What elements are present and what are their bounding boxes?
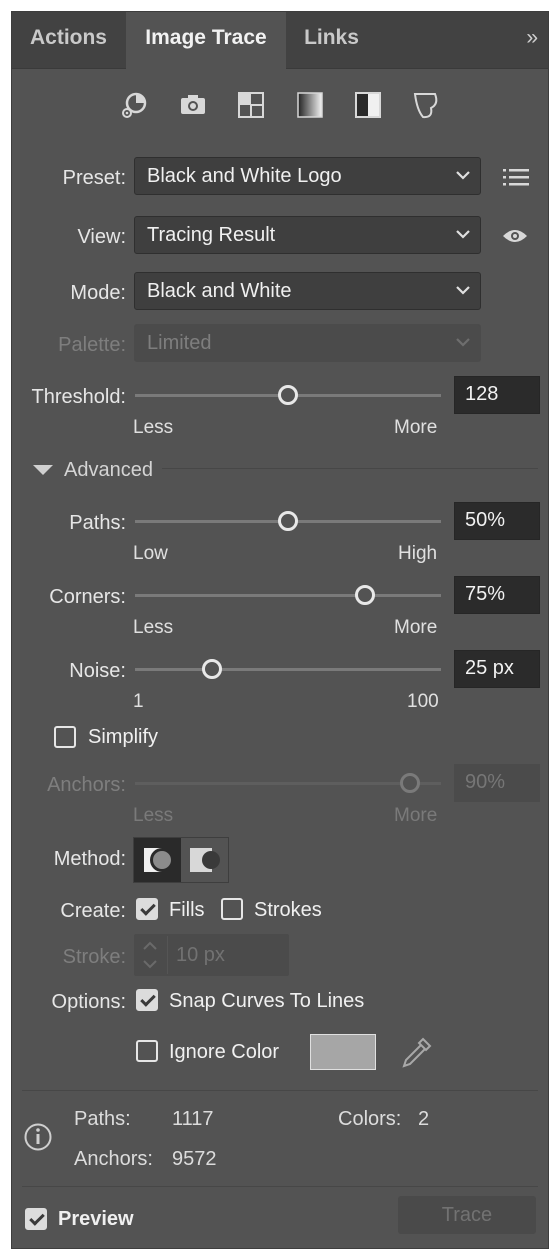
mode-label: Mode: bbox=[70, 282, 126, 304]
fills-checkbox[interactable] bbox=[136, 898, 158, 920]
paths-max-label: High bbox=[398, 543, 438, 564]
stepper-arrows-icon bbox=[143, 941, 157, 969]
anchors-input: 90% bbox=[454, 764, 540, 802]
preview-checkbox[interactable] bbox=[25, 1208, 47, 1230]
corners-max-label: More bbox=[394, 617, 438, 638]
eye-icon[interactable] bbox=[502, 228, 528, 244]
snap-curves-checkbox[interactable] bbox=[136, 989, 158, 1011]
anchors-max-label: More bbox=[394, 805, 438, 826]
chevron-down-icon bbox=[456, 230, 470, 239]
anchors-label: Anchors: bbox=[47, 774, 126, 796]
overlapping-method-icon bbox=[190, 848, 220, 872]
stats-anchors-value: 9572 bbox=[172, 1148, 217, 1170]
disclosure-triangle-icon[interactable] bbox=[32, 464, 54, 476]
create-label: Create: bbox=[60, 900, 126, 922]
ignore-color-label: Ignore Color bbox=[169, 1041, 280, 1063]
method-abutting-button[interactable] bbox=[134, 838, 181, 882]
strokes-checkbox[interactable] bbox=[221, 898, 243, 920]
corners-min-label: Less bbox=[133, 617, 174, 638]
corners-slider-thumb[interactable] bbox=[354, 585, 375, 605]
ignore-color-swatch[interactable] bbox=[310, 1034, 376, 1070]
options-label: Options: bbox=[51, 991, 126, 1013]
stats-colors-value: 2 bbox=[418, 1108, 430, 1130]
strokes-label: Strokes bbox=[254, 899, 322, 921]
auto-color-icon[interactable] bbox=[119, 90, 149, 120]
threshold-min-label: Less bbox=[133, 417, 174, 438]
palette-dropdown: Limited bbox=[134, 324, 481, 362]
preset-manager-icon[interactable] bbox=[503, 168, 529, 186]
view-value: Tracing Result bbox=[147, 224, 276, 246]
preset-dropdown[interactable]: Black and White Logo bbox=[134, 157, 481, 195]
preset-label: Preset: bbox=[62, 167, 126, 189]
chevron-down-icon bbox=[456, 171, 470, 180]
threshold-max-label: More bbox=[394, 417, 438, 438]
outline-icon[interactable] bbox=[411, 90, 441, 120]
mode-dropdown[interactable]: Black and White bbox=[134, 272, 481, 310]
eyedropper-icon[interactable] bbox=[400, 1035, 434, 1069]
ignore-color-checkbox[interactable] bbox=[136, 1040, 158, 1062]
tab-image-trace[interactable]: Image Trace bbox=[126, 12, 286, 69]
chevron-down-icon bbox=[456, 286, 470, 295]
low-color-icon[interactable] bbox=[236, 90, 266, 120]
info-icon bbox=[24, 1123, 52, 1151]
advanced-divider bbox=[162, 468, 538, 469]
grayscale-icon[interactable] bbox=[295, 90, 325, 120]
tab-links[interactable]: Links bbox=[287, 12, 376, 68]
paths-min-label: Low bbox=[133, 543, 168, 564]
abutting-method-icon bbox=[144, 848, 173, 872]
method-overlapping-button[interactable] bbox=[182, 838, 228, 882]
fills-label: Fills bbox=[169, 899, 205, 921]
simplify-checkbox[interactable] bbox=[54, 726, 76, 748]
tab-actions[interactable]: Actions bbox=[12, 12, 125, 68]
preset-value: Black and White Logo bbox=[147, 165, 342, 187]
noise-max-label: 100 bbox=[407, 691, 439, 712]
image-trace-panel: Actions Image Trace Links » Preset: Blac bbox=[11, 11, 549, 1249]
simplify-label: Simplify bbox=[88, 726, 159, 748]
anchors-slider-thumb bbox=[400, 773, 421, 793]
stroke-stepper: 10 px bbox=[134, 934, 289, 976]
stats-paths-value: 1117 bbox=[172, 1108, 214, 1130]
paths-input[interactable]: 50% bbox=[454, 502, 540, 540]
palette-value: Limited bbox=[147, 332, 212, 354]
method-button-group bbox=[133, 837, 229, 883]
anchors-min-label: Less bbox=[133, 805, 174, 826]
paths-label: Paths: bbox=[69, 512, 126, 534]
footer-divider bbox=[22, 1186, 538, 1187]
tab-bar: Actions Image Trace Links » bbox=[12, 12, 548, 69]
stats-divider bbox=[22, 1090, 538, 1091]
stroke-value: 10 px bbox=[176, 944, 225, 966]
corners-input[interactable]: 75% bbox=[454, 576, 540, 614]
stats-anchors-label: Anchors: bbox=[74, 1148, 153, 1170]
panel-collapse-button[interactable]: » bbox=[526, 26, 538, 50]
threshold-slider-thumb[interactable] bbox=[278, 385, 298, 405]
stats-paths-label: Paths: bbox=[74, 1108, 131, 1130]
corners-label: Corners: bbox=[49, 586, 126, 608]
corners-slider-track[interactable] bbox=[135, 594, 441, 597]
threshold-input[interactable]: 128 bbox=[454, 376, 540, 414]
noise-min-label: 1 bbox=[133, 691, 144, 712]
high-color-icon[interactable] bbox=[178, 90, 208, 120]
noise-input[interactable]: 25 px bbox=[454, 650, 540, 688]
chevron-down-icon bbox=[456, 338, 470, 347]
threshold-label: Threshold: bbox=[31, 386, 127, 408]
stats-colors-label: Colors: bbox=[338, 1108, 402, 1130]
view-label: View: bbox=[77, 226, 126, 248]
black-and-white-icon[interactable] bbox=[353, 90, 383, 120]
palette-label: Palette: bbox=[58, 334, 126, 356]
anchors-slider-track bbox=[135, 782, 441, 785]
method-label: Method: bbox=[53, 848, 126, 870]
noise-slider-thumb[interactable] bbox=[201, 659, 222, 679]
stroke-label: Stroke: bbox=[62, 946, 126, 968]
preview-label: Preview bbox=[58, 1208, 134, 1230]
mode-value: Black and White bbox=[147, 280, 292, 302]
trace-button: Trace bbox=[398, 1196, 536, 1234]
advanced-toggle[interactable]: Advanced bbox=[64, 459, 153, 482]
noise-slider-track[interactable] bbox=[135, 668, 441, 671]
noise-label: Noise: bbox=[69, 660, 126, 682]
paths-slider-thumb[interactable] bbox=[278, 511, 298, 531]
view-dropdown[interactable]: Tracing Result bbox=[134, 216, 481, 254]
snap-curves-label: Snap Curves To Lines bbox=[169, 990, 365, 1012]
